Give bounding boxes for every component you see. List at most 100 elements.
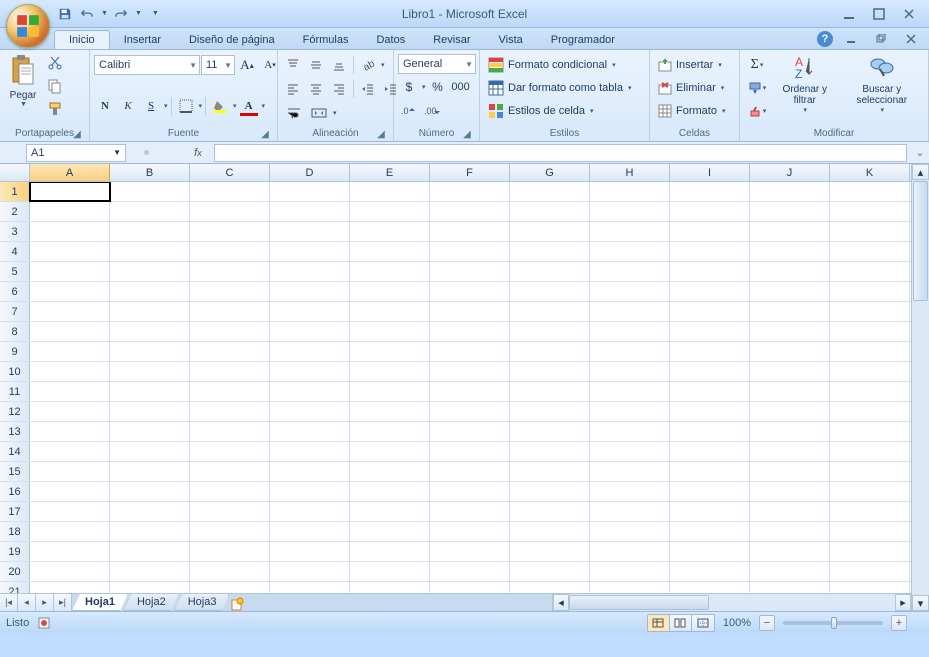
cell[interactable]	[830, 462, 910, 481]
scroll-left-icon[interactable]: ◂	[553, 594, 569, 611]
column-header[interactable]: F	[430, 164, 510, 181]
cell[interactable]	[670, 502, 750, 521]
cell[interactable]	[670, 362, 750, 381]
cell[interactable]	[350, 382, 430, 401]
row-header[interactable]: 16	[0, 482, 30, 501]
column-header[interactable]: H	[590, 164, 670, 181]
cell[interactable]	[670, 522, 750, 541]
cell[interactable]	[590, 362, 670, 381]
cell[interactable]	[190, 582, 270, 593]
cell[interactable]	[110, 362, 190, 381]
cell[interactable]	[190, 382, 270, 401]
fill-dropdown-icon[interactable]: ▾	[233, 102, 237, 110]
redo-icon[interactable]	[112, 5, 130, 23]
cell[interactable]	[190, 562, 270, 581]
cell[interactable]	[30, 582, 110, 593]
orientation-dropdown-icon[interactable]: ▾	[381, 61, 385, 69]
workbook-restore-button[interactable]	[869, 30, 893, 48]
cell[interactable]	[590, 322, 670, 341]
cell[interactable]	[510, 222, 590, 241]
cell[interactable]	[750, 362, 830, 381]
maximize-button[interactable]	[867, 5, 891, 23]
cell[interactable]	[190, 542, 270, 561]
cell[interactable]	[270, 482, 350, 501]
row-header[interactable]: 2	[0, 202, 30, 221]
cell[interactable]	[430, 362, 510, 381]
cell[interactable]	[270, 302, 350, 321]
cell[interactable]	[350, 262, 430, 281]
page-break-view-icon[interactable]	[692, 615, 714, 631]
font-size-combo[interactable]: 11▼	[201, 55, 235, 75]
hscroll-thumb[interactable]	[569, 595, 709, 610]
align-middle-icon[interactable]	[305, 54, 327, 76]
cell[interactable]	[750, 382, 830, 401]
cell[interactable]	[190, 222, 270, 241]
cell[interactable]	[750, 262, 830, 281]
cell[interactable]	[590, 182, 670, 201]
cell[interactable]	[30, 322, 110, 341]
cell[interactable]	[190, 442, 270, 461]
column-header[interactable]: D	[270, 164, 350, 181]
align-top-icon[interactable]	[282, 54, 304, 76]
alignment-launcher-icon[interactable]: ◢	[375, 128, 387, 140]
cell[interactable]	[430, 442, 510, 461]
cell[interactable]	[670, 182, 750, 201]
cell[interactable]	[30, 402, 110, 421]
cell[interactable]	[510, 342, 590, 361]
cell[interactable]	[750, 342, 830, 361]
format-as-table-button[interactable]: Dar formato como tabla▾	[484, 77, 635, 99]
cell[interactable]	[430, 482, 510, 501]
zoom-out-icon[interactable]: −	[759, 615, 775, 631]
zoom-slider[interactable]	[783, 621, 883, 625]
cell[interactable]	[590, 542, 670, 561]
row-header[interactable]: 6	[0, 282, 30, 301]
cell[interactable]	[30, 482, 110, 501]
cell[interactable]	[830, 442, 910, 461]
cell[interactable]	[590, 202, 670, 221]
tab-vista[interactable]: Vista	[485, 31, 537, 49]
cell[interactable]	[430, 262, 510, 281]
cell[interactable]	[830, 222, 910, 241]
cell[interactable]	[670, 382, 750, 401]
cell[interactable]	[30, 182, 110, 201]
cell[interactable]	[510, 322, 590, 341]
row-header[interactable]: 15	[0, 462, 30, 481]
redo-dropdown-icon[interactable]: ▼	[135, 10, 142, 17]
format-cells-button[interactable]: Formato▾	[654, 100, 729, 122]
cell[interactable]	[590, 522, 670, 541]
cell[interactable]	[270, 422, 350, 441]
cell[interactable]	[510, 382, 590, 401]
cell[interactable]	[590, 402, 670, 421]
cell[interactable]	[350, 362, 430, 381]
row-header[interactable]: 3	[0, 222, 30, 241]
number-launcher-icon[interactable]: ◢	[461, 128, 473, 140]
horizontal-scrollbar[interactable]: ◂ ▸	[552, 594, 911, 611]
cell[interactable]	[110, 442, 190, 461]
zoom-in-icon[interactable]: +	[891, 615, 907, 631]
wrap-text-icon[interactable]	[282, 102, 306, 124]
workbook-close-button[interactable]	[899, 30, 923, 48]
row-header[interactable]: 10	[0, 362, 30, 381]
cell[interactable]	[270, 362, 350, 381]
font-launcher-icon[interactable]: ◢	[259, 128, 271, 140]
cell[interactable]	[670, 462, 750, 481]
cell[interactable]	[510, 182, 590, 201]
new-sheet-icon[interactable]	[225, 597, 249, 611]
font-color-icon[interactable]: A	[238, 95, 260, 117]
column-header[interactable]: J	[750, 164, 830, 181]
cell[interactable]	[110, 282, 190, 301]
cell[interactable]	[350, 182, 430, 201]
cell[interactable]	[510, 582, 590, 593]
row-header[interactable]: 12	[0, 402, 30, 421]
cell[interactable]	[590, 502, 670, 521]
help-icon[interactable]: ?	[817, 31, 833, 47]
cell[interactable]	[830, 422, 910, 441]
cell[interactable]	[110, 522, 190, 541]
cell[interactable]	[350, 222, 430, 241]
number-format-combo[interactable]: General▼	[398, 54, 476, 74]
cell[interactable]	[350, 462, 430, 481]
cell[interactable]	[190, 242, 270, 261]
cell[interactable]	[590, 222, 670, 241]
cell[interactable]	[590, 482, 670, 501]
cell[interactable]	[830, 522, 910, 541]
